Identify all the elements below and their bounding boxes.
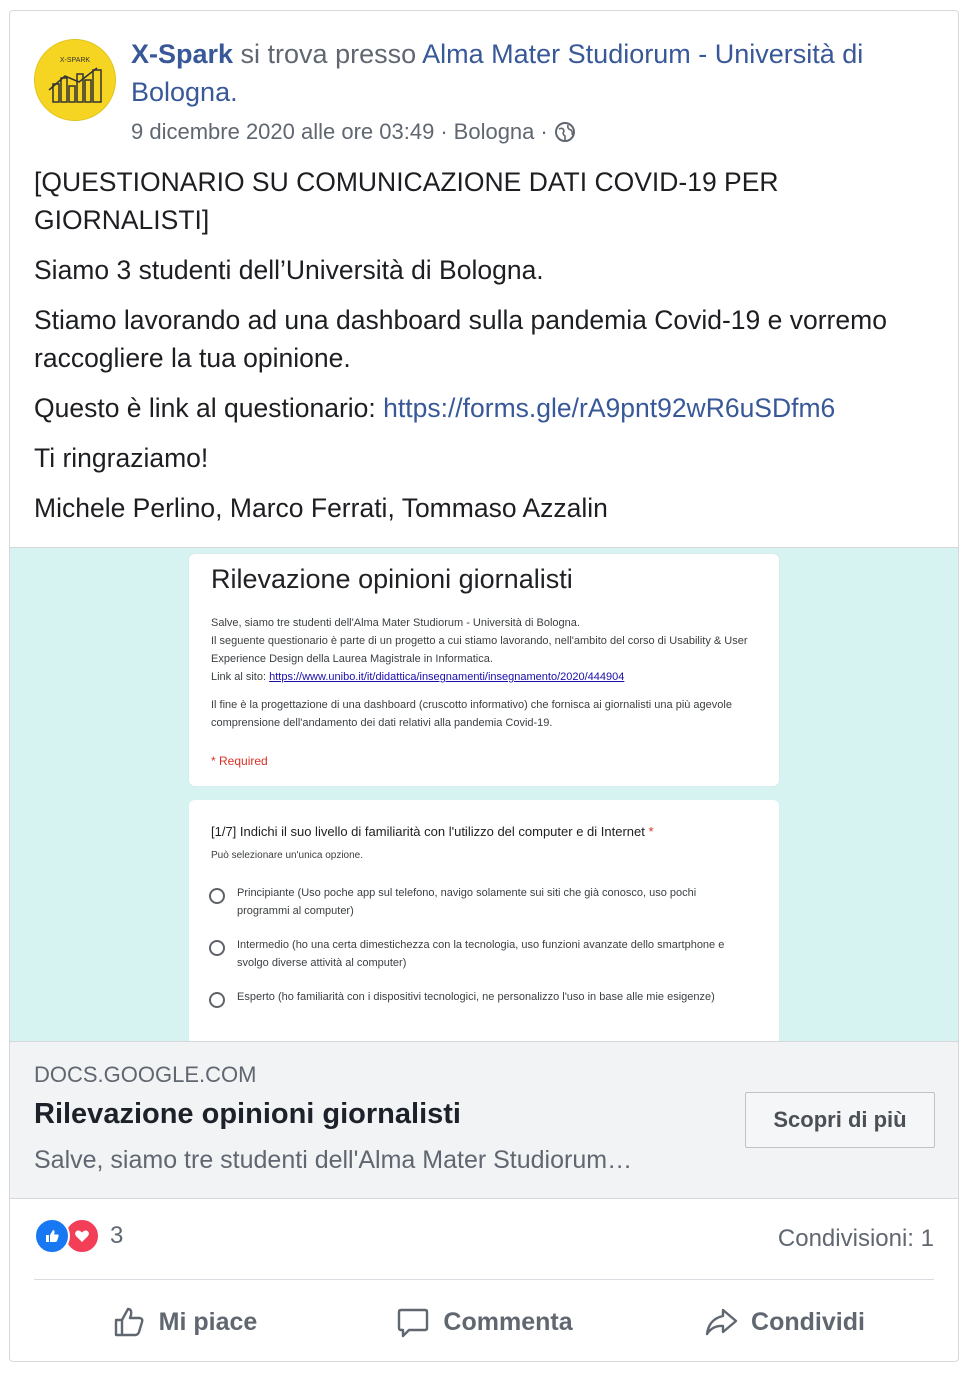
link-preview-image[interactable]: Rilevazione opinioni giornalisti Salve, … [10,547,958,1042]
location-text: si trova presso [233,39,423,69]
author-name[interactable]: X-Spark [131,39,233,69]
required-note: * Required [211,754,268,768]
action-bar: Mi piace Commenta Condividi [34,1291,934,1353]
post-paragraph: Stiamo lavorando ad una dashboard sulla … [34,305,887,373]
question-title: [1/7] Indichi il suo livello di familiar… [211,824,654,839]
reaction-count: 3 [110,1222,124,1249]
question-hint: Può selezionare un'unica opzione. [211,850,364,861]
link-domain: DOCS.GOOGLE.COM [34,1062,257,1087]
link-title[interactable]: Rilevazione opinioni giornalisti [34,1098,461,1131]
post-signature: Michele Perlino, Marco Ferrati, Tommaso … [34,493,608,523]
option-intermediate: Intermedio (ho una certa dimestichezza c… [209,936,749,972]
post-card: X-SPARK X-Spark si trova presso Alma Mat… [9,10,959,1362]
like-button[interactable]: Mi piace [34,1291,334,1353]
comment-button[interactable]: Commenta [334,1291,634,1353]
option-expert: Esperto (ho familiarità con i dispositiv… [209,988,749,1008]
option-label: Principiante (Uso poche app sul telefono… [237,887,697,917]
like-label: Mi piace [158,1307,258,1336]
form-desc-line: Il seguente questionario è parte di un p… [211,635,748,665]
meta-separator: · [440,119,448,144]
share-button[interactable]: Condividi [634,1291,934,1353]
post-date[interactable]: 9 dicembre 2020 alle ore 03:49 [131,119,434,145]
form-desc-line: Il fine è la progettazione di una dashbo… [211,699,732,729]
post-paragraph: [QUESTIONARIO SU COMUNICAZIONE DATI COVI… [34,167,779,235]
post-link-paragraph: Questo è link al questionario: https://f… [34,389,934,427]
post-body: [QUESTIONARIO SU COMUNICAZIONE DATI COVI… [34,163,934,539]
link-card[interactable]: DOCS.GOOGLE.COM Rilevazione opinioni gio… [10,1041,958,1199]
radio-icon [209,888,225,904]
radio-icon [209,992,225,1008]
post-place[interactable]: Bologna [454,119,535,145]
avatar[interactable]: X-SPARK [34,39,116,121]
link-prefix: Questo è link al questionario: [34,393,384,423]
reactions-summary[interactable]: 3 [34,1218,123,1254]
option-label: Esperto (ho familiarità con i dispositiv… [237,991,715,1003]
share-label: Condividi [751,1307,865,1336]
post-meta: 9 dicembre 2020 alle ore 03:49 · Bologna… [131,119,911,145]
option-label: Intermedio (ho una certa dimestichezza c… [237,939,725,969]
link-subtitle: Salve, siamo tre studenti dell'Alma Mate… [34,1146,633,1174]
post-thanks: Ti ringraziamo! [34,443,209,473]
form-course-link: https://www.unibo.it/it/didattica/insegn… [269,671,625,683]
svg-text:X-SPARK: X-SPARK [60,57,91,64]
thumbs-up-icon [114,1307,144,1337]
form-header-card: Rilevazione opinioni giornalisti Salve, … [189,554,779,786]
form-description: Salve, siamo tre studenti dell'Alma Mate… [211,614,761,732]
post-header-text: X-Spark si trova presso Alma Mater Studi… [131,35,911,145]
x-spark-logo-icon: X-SPARK [35,40,115,120]
form-desc-line: Salve, siamo tre studenti dell'Alma Mate… [211,617,580,629]
questionnaire-link[interactable]: https://forms.gle/rA9pnt92wR6uSDfm6 [383,393,835,423]
share-icon [705,1308,738,1336]
shares-count[interactable]: Condivisioni: 1 [778,1225,934,1253]
divider [34,1279,934,1280]
learn-more-button[interactable]: Scopri di più [745,1092,935,1148]
meta-separator: · [540,119,548,144]
comment-icon [398,1308,429,1338]
option-beginner: Principiante (Uso poche app sul telefono… [209,884,749,920]
post-paragraph: Siamo 3 studenti dell’Università di Bolo… [34,255,544,285]
form-desc-link-line: Link al sito: https://www.unibo.it/it/di… [211,668,761,686]
author-line: X-Spark si trova presso Alma Mater Studi… [131,35,911,111]
form-question-card: [1/7] Indichi il suo livello di familiar… [189,800,779,1042]
question-text: [1/7] Indichi il suo livello di familiar… [211,824,645,839]
form-link-label: Link al sito: [211,671,270,683]
like-reaction-icon [34,1218,70,1254]
comment-label: Commenta [443,1307,573,1336]
required-star: * [648,824,654,839]
form-title: Rilevazione opinioni giornalisti [211,564,573,594]
radio-icon [209,940,225,956]
globe-icon[interactable] [554,121,576,143]
